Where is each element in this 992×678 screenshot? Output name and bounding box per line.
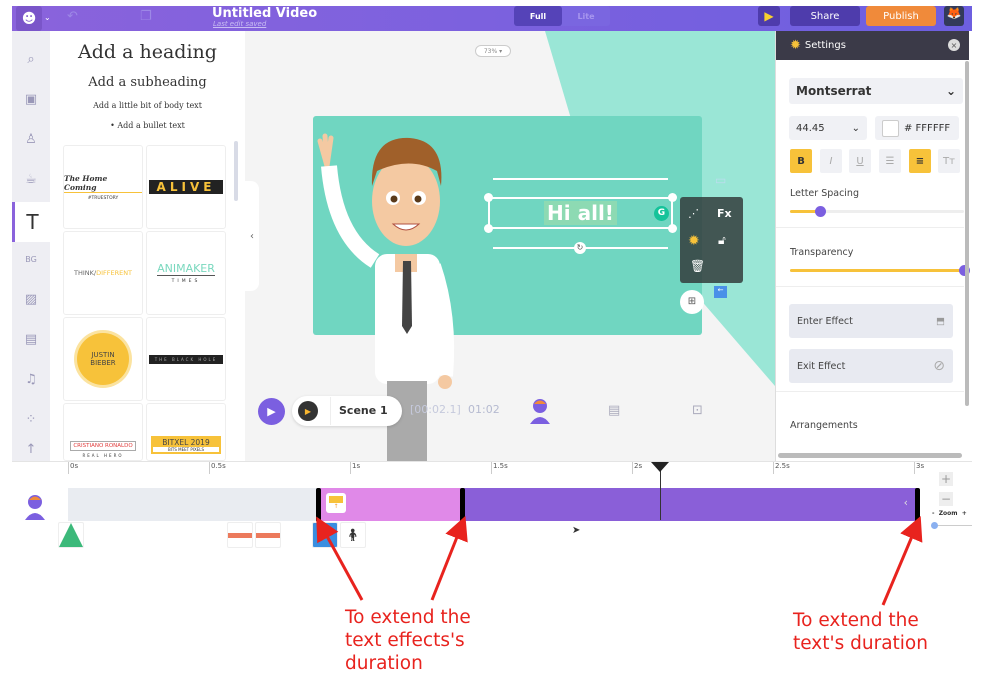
annotation-effect-duration: To extend the text effects's duration bbox=[345, 606, 471, 675]
annotation-arrows bbox=[316, 515, 923, 606]
annotation-line: To extend the bbox=[345, 607, 471, 628]
annotation-text-duration: To extend the text's duration bbox=[793, 609, 928, 655]
annotation-line: duration bbox=[345, 653, 423, 674]
annotation-line: To extend the bbox=[793, 610, 919, 631]
arrow-effect-start bbox=[316, 516, 364, 601]
annotation-line: text's duration bbox=[793, 633, 928, 654]
arrow-effect-end bbox=[430, 515, 468, 601]
arrow-text-end bbox=[881, 515, 923, 606]
annotation-line: text effects's bbox=[345, 630, 465, 651]
